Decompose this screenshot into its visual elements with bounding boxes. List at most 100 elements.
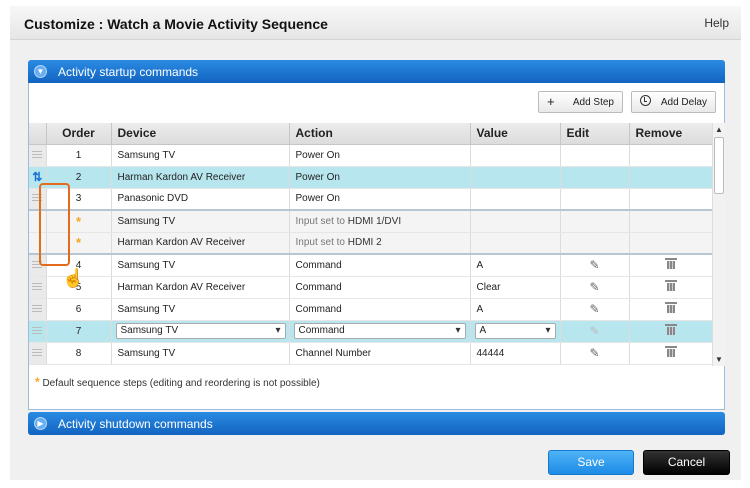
startup-section-label: Activity startup commands bbox=[58, 65, 199, 79]
table-row[interactable]: 6 Samsung TV Command A ✎ bbox=[29, 298, 713, 321]
row-action: Power On bbox=[289, 144, 471, 167]
drag-handle-icon[interactable] bbox=[29, 144, 47, 167]
pencil-icon[interactable]: ✎ bbox=[560, 276, 630, 299]
table-row[interactable]: 4 Samsung TV Command A ✎ bbox=[29, 254, 713, 277]
row-action: Command bbox=[289, 254, 471, 277]
row-device: Samsung TV bbox=[111, 342, 290, 365]
row-edit bbox=[560, 188, 630, 211]
shutdown-section-label: Activity shutdown commands bbox=[58, 417, 213, 431]
shutdown-section-header[interactable]: ▶ Activity shutdown commands bbox=[28, 412, 725, 435]
drag-handle-icon[interactable] bbox=[29, 298, 47, 321]
action-select[interactable]: Command bbox=[293, 323, 466, 339]
add-step-button[interactable]: + Add Step bbox=[538, 91, 623, 113]
device-cell: Samsung TV bbox=[111, 320, 290, 343]
row-device: Harman Kardon AV Receiver bbox=[111, 166, 290, 189]
pencil-icon[interactable]: ✎ bbox=[560, 254, 630, 277]
trash-icon[interactable] bbox=[629, 342, 713, 365]
table-row-editing[interactable]: 7 Samsung TV Command A ✎ bbox=[29, 320, 713, 343]
cancel-button[interactable]: Cancel bbox=[643, 450, 730, 475]
row-edit bbox=[560, 232, 630, 255]
startup-section-header[interactable]: ▼ Activity startup commands bbox=[28, 60, 725, 83]
row-device: Panasonic DVD bbox=[111, 188, 290, 211]
action-prefix: Input set to bbox=[295, 237, 348, 249]
pencil-icon: ✎ bbox=[560, 320, 630, 343]
trash-icon[interactable] bbox=[629, 298, 713, 321]
action-value: HDMI 1/DVI bbox=[347, 215, 402, 227]
column-header-action[interactable]: Action bbox=[289, 123, 471, 145]
scroll-up-icon[interactable]: ▲ bbox=[715, 125, 723, 134]
clock-icon bbox=[640, 95, 651, 108]
table-row-dragging[interactable]: ⇅ 2 Harman Kardon AV Receiver Power On bbox=[29, 166, 713, 189]
row-value bbox=[470, 210, 561, 233]
add-delay-button[interactable]: Add Delay bbox=[631, 91, 716, 113]
row-value: Clear bbox=[470, 276, 561, 299]
row-remove bbox=[629, 144, 713, 167]
column-header-order[interactable]: Order bbox=[46, 123, 112, 145]
row-device: Samsung TV bbox=[111, 210, 290, 233]
save-button[interactable]: Save bbox=[548, 450, 634, 475]
row-value: A bbox=[470, 254, 561, 277]
hand-cursor-icon: ☝ bbox=[62, 268, 85, 288]
row-edit bbox=[560, 210, 630, 233]
table-row[interactable]: 8 Samsung TV Channel Number 44444 ✎ bbox=[29, 342, 713, 365]
trash-icon[interactable] bbox=[629, 254, 713, 277]
drag-handle-icon[interactable] bbox=[29, 342, 47, 365]
chevron-right-icon: ▶ bbox=[34, 417, 47, 430]
row-action: Power On bbox=[289, 166, 471, 189]
row-order: 1 bbox=[46, 144, 112, 167]
row-remove bbox=[629, 210, 713, 233]
column-header-device[interactable]: Device bbox=[111, 123, 290, 145]
row-device: Samsung TV bbox=[111, 254, 290, 277]
table-row[interactable]: 5 Harman Kardon AV Receiver Command Clea… bbox=[29, 276, 713, 299]
action-value: HDMI 2 bbox=[347, 237, 382, 249]
row-action: Command bbox=[289, 298, 471, 321]
sequence-table: Order Device Action Value Edit Remove 1 … bbox=[29, 123, 713, 365]
row-remove bbox=[629, 166, 713, 189]
row-value bbox=[470, 232, 561, 255]
column-header-edit: Edit bbox=[560, 123, 630, 145]
drag-handle-highlight bbox=[39, 183, 70, 266]
value-select[interactable]: A bbox=[474, 323, 556, 339]
dialog-titlebar: Customize : Watch a Movie Activity Seque… bbox=[10, 6, 741, 40]
help-link[interactable]: Help bbox=[704, 16, 729, 30]
customize-dialog: Customize : Watch a Movie Activity Seque… bbox=[10, 6, 741, 480]
action-cell: Command bbox=[289, 320, 471, 343]
column-header-remove: Remove bbox=[629, 123, 713, 145]
pencil-icon[interactable]: ✎ bbox=[560, 298, 630, 321]
row-action: Channel Number bbox=[289, 342, 471, 365]
value-cell: A bbox=[470, 320, 561, 343]
row-device: Harman Kardon AV Receiver bbox=[111, 276, 290, 299]
drag-handle-icon[interactable] bbox=[29, 276, 47, 299]
startup-section-body: + Add Step Add Delay Order Device Action bbox=[28, 83, 725, 410]
row-value bbox=[470, 188, 561, 211]
row-edit bbox=[560, 144, 630, 167]
scrollbar-thumb[interactable] bbox=[714, 137, 724, 194]
table-row[interactable]: 1 Samsung TV Power On bbox=[29, 144, 713, 167]
default-steps-footnote: * Default sequence steps (editing and re… bbox=[35, 375, 320, 389]
row-value: A bbox=[470, 298, 561, 321]
row-value bbox=[470, 166, 561, 189]
trash-icon[interactable] bbox=[629, 320, 713, 343]
row-edit bbox=[560, 166, 630, 189]
column-header-value[interactable]: Value bbox=[470, 123, 561, 145]
table-row[interactable]: 3 Panasonic DVD Power On bbox=[29, 188, 713, 211]
default-star-icon: * bbox=[35, 375, 40, 389]
drag-handle-icon[interactable] bbox=[29, 320, 47, 343]
row-order: 8 bbox=[46, 342, 112, 365]
trash-icon[interactable] bbox=[629, 276, 713, 299]
device-select[interactable]: Samsung TV bbox=[115, 323, 286, 339]
row-remove bbox=[629, 188, 713, 211]
row-device: Samsung TV bbox=[111, 144, 290, 167]
row-action: Command bbox=[289, 276, 471, 299]
scroll-down-icon[interactable]: ▼ bbox=[715, 355, 723, 364]
default-row: * Samsung TV Input set to HDMI 1/DVI bbox=[29, 210, 713, 233]
default-row: * Harman Kardon AV Receiver Input set to… bbox=[29, 232, 713, 255]
row-action: Power On bbox=[289, 188, 471, 211]
row-action: Input set to HDMI 2 bbox=[289, 232, 471, 255]
row-remove bbox=[629, 232, 713, 255]
row-device: Harman Kardon AV Receiver bbox=[111, 232, 290, 255]
table-scrollbar[interactable]: ▲ ▼ bbox=[712, 123, 725, 366]
pencil-icon[interactable]: ✎ bbox=[560, 342, 630, 365]
row-order: 6 bbox=[46, 298, 112, 321]
row-action: Input set to HDMI 1/DVI bbox=[289, 210, 471, 233]
